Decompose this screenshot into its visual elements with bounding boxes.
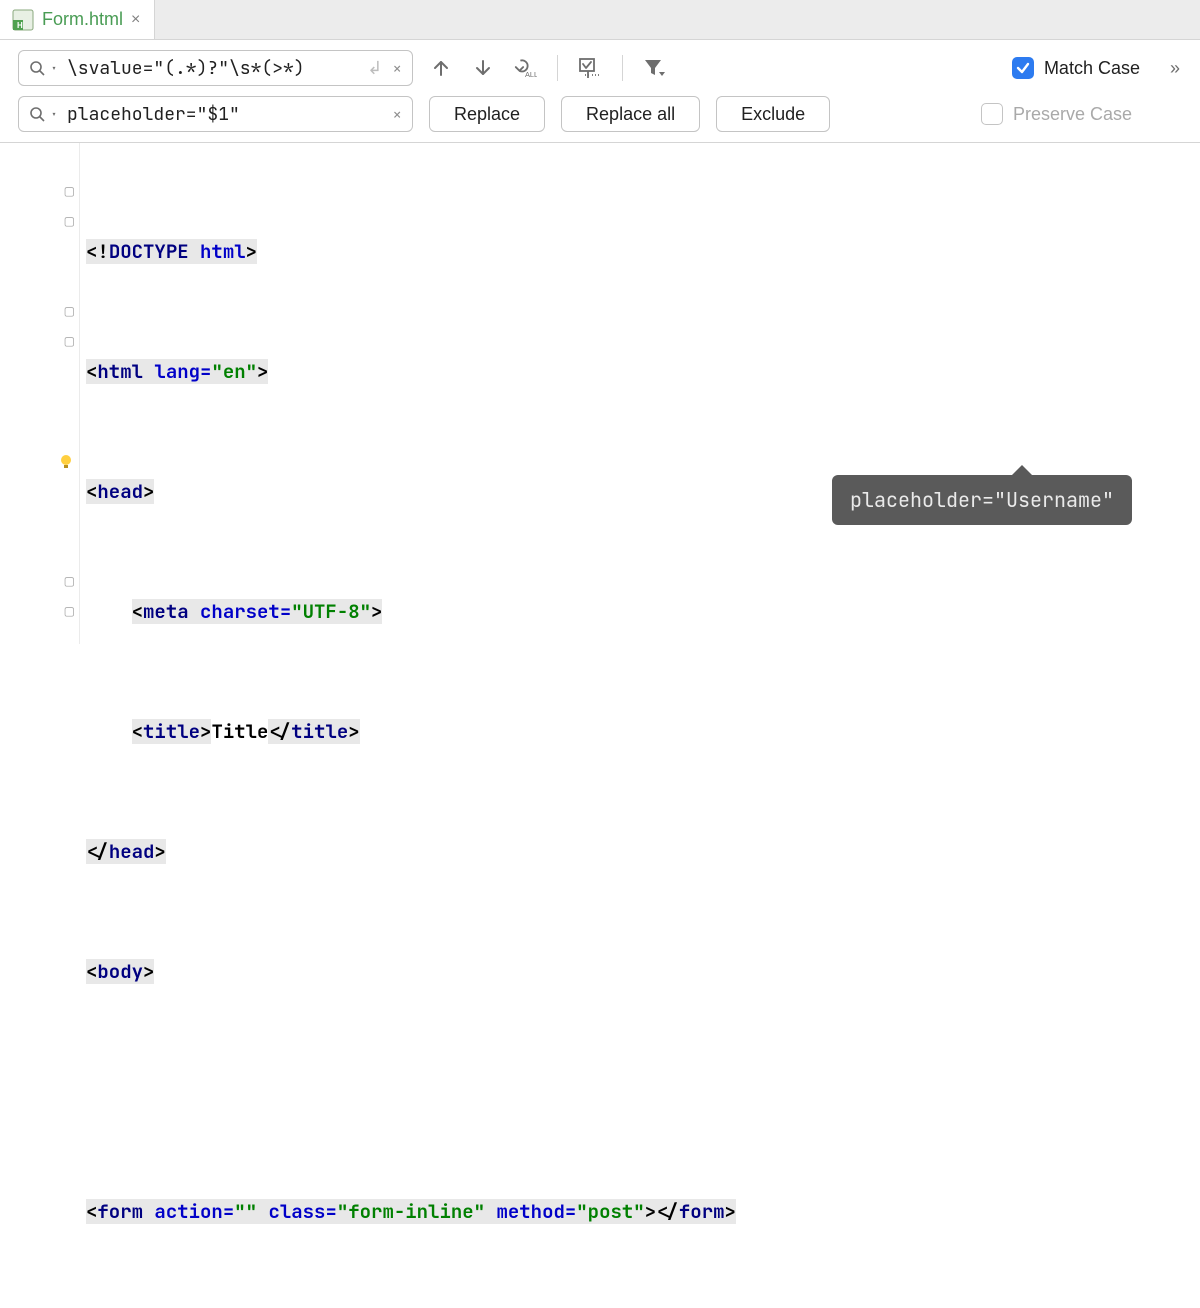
svg-text:H: H xyxy=(17,21,23,30)
filter-icon[interactable] xyxy=(643,56,667,80)
find-input[interactable]: ▾ \svalue="(.*)?"\s*(>*) ↲ × xyxy=(18,50,413,86)
code-line: <!DOCTYPE html> xyxy=(80,237,1200,267)
code-line: <form action="" class="form-inline" meth… xyxy=(80,1197,1200,1227)
match-case-checkbox[interactable] xyxy=(1012,57,1034,79)
file-tab[interactable]: H Form.html × xyxy=(0,0,155,39)
code-line: <html lang="en"> xyxy=(80,357,1200,387)
find-replace-panel: ▾ \svalue="(.*)?"\s*(>*) ↲ × ALL xyxy=(0,40,1200,143)
fold-icon[interactable]: ▢ xyxy=(64,306,75,318)
replace-row: ▾ placeholder="$1" × Replace Replace all… xyxy=(18,96,1182,132)
preserve-case-checkbox[interactable] xyxy=(981,103,1003,125)
replace-history-icon[interactable]: ▾ xyxy=(51,108,57,121)
code-line xyxy=(80,1077,1200,1107)
intention-bulb-icon[interactable] xyxy=(57,453,75,471)
code-editor[interactable]: <!DOCTYPE html> <html lang="en"> <head> … xyxy=(80,143,1200,644)
html-file-icon: H xyxy=(12,9,34,31)
code-line: <meta charset="UTF-8"> xyxy=(80,597,1200,627)
fold-icon[interactable]: ▢ xyxy=(64,606,75,618)
search-history-icon[interactable]: ▾ xyxy=(51,62,57,75)
search-icon xyxy=(29,106,45,122)
fold-icon[interactable]: ▢ xyxy=(64,216,75,228)
exclude-button[interactable]: Exclude xyxy=(716,96,830,132)
code-line: <body> xyxy=(80,957,1200,987)
find-value: \svalue="(.*)?"\s*(>*) xyxy=(67,57,361,80)
code-line: </head> xyxy=(80,837,1200,867)
preserve-case-option[interactable]: Preserve Case xyxy=(981,103,1132,125)
replace-all-button[interactable]: Replace all xyxy=(561,96,700,132)
replace-preview-tooltip: placeholder="Username" xyxy=(832,475,1132,525)
fold-icon[interactable]: ▢ xyxy=(64,186,75,198)
next-match-icon[interactable] xyxy=(471,56,495,80)
tab-strip: H Form.html × xyxy=(0,0,1200,40)
editor-area: ▢ ▢ ▢ ▢ ▢ ▢ <!DOCTYPE html> <html lang="… xyxy=(0,143,1200,644)
tab-filename: Form.html xyxy=(42,9,123,30)
enter-icon: ↲ xyxy=(367,57,382,80)
close-tab-icon[interactable]: × xyxy=(131,12,140,28)
replace-button[interactable]: Replace xyxy=(429,96,545,132)
more-options-icon[interactable]: » xyxy=(1170,58,1182,79)
add-selection-icon[interactable] xyxy=(578,56,602,80)
search-icon xyxy=(29,60,45,76)
select-all-icon[interactable]: ALL xyxy=(513,56,537,80)
find-row: ▾ \svalue="(.*)?"\s*(>*) ↲ × ALL xyxy=(18,50,1182,86)
gutter: ▢ ▢ ▢ ▢ ▢ ▢ xyxy=(0,143,80,644)
clear-find-icon[interactable]: × xyxy=(392,58,402,79)
toolbar-separator xyxy=(557,55,558,81)
fold-icon[interactable]: ▢ xyxy=(64,576,75,588)
replace-input[interactable]: ▾ placeholder="$1" × xyxy=(18,96,413,132)
prev-match-icon[interactable] xyxy=(429,56,453,80)
toolbar-separator xyxy=(622,55,623,81)
fold-icon[interactable]: ▢ xyxy=(64,336,75,348)
clear-replace-icon[interactable]: × xyxy=(392,104,402,125)
code-line: <title>Title</title> xyxy=(80,717,1200,747)
replace-value: placeholder="$1" xyxy=(67,103,382,126)
find-nav-icons: ALL xyxy=(429,55,667,81)
match-case-option[interactable]: Match Case xyxy=(1012,57,1140,79)
svg-text:ALL: ALL xyxy=(525,70,537,79)
preserve-case-label: Preserve Case xyxy=(1013,104,1132,125)
match-case-label: Match Case xyxy=(1044,58,1140,79)
